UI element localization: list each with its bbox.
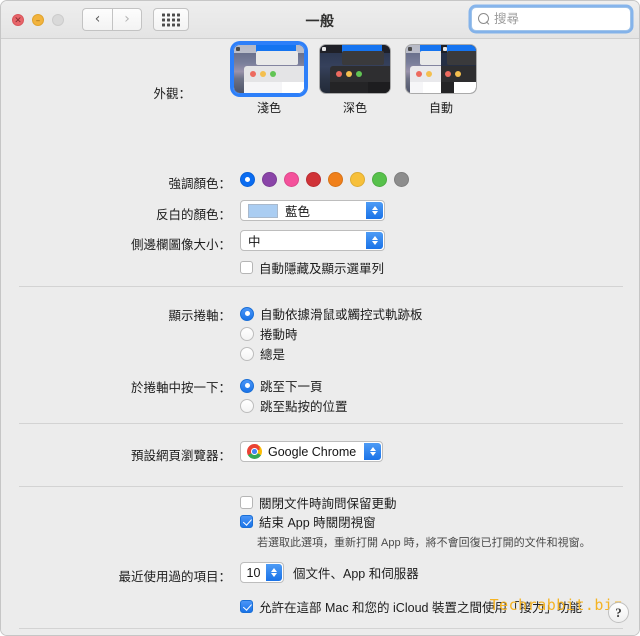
chevron-updown-icon: [364, 443, 382, 460]
sidebar-icon-size-popup[interactable]: 中: [240, 230, 385, 251]
accent-color-swatches[interactable]: [240, 171, 416, 189]
click-scrollbar-next-page-label: 跳至下一頁: [260, 380, 323, 394]
highlight-color-swatch: [248, 203, 278, 218]
scrollbar-auto-label: 自動依據滑鼠或觸控式軌跡板: [260, 308, 423, 322]
chevron-updown-icon: [366, 202, 383, 219]
click-scrollbar-option-next-page[interactable]: 跳至下一頁: [240, 376, 323, 395]
help-button[interactable]: ?: [608, 602, 629, 623]
scrollbar-always-radio[interactable]: [240, 346, 254, 361]
section-divider: [19, 486, 623, 487]
watermark-text: Techrabbit.biz: [489, 596, 623, 614]
click-scrollbar-option-jump-to-spot[interactable]: 跳至點按的位置: [240, 396, 348, 415]
autohide-menubar-row[interactable]: 自動隱藏及顯示選單列: [240, 258, 384, 277]
appearance-option-dark[interactable]: 深色: [319, 44, 391, 116]
highlight-color-popup[interactable]: 藍色: [240, 200, 385, 221]
sidebar-icon-size-value: 中: [248, 235, 261, 249]
default-browser-value: Google Chrome: [268, 444, 357, 459]
appearance-option-light[interactable]: 淺色: [233, 44, 305, 116]
ask-keep-changes-checkbox[interactable]: [240, 496, 253, 509]
scrollbar-option-always[interactable]: 總是: [240, 344, 285, 363]
close-windows-on-quit-label: 結束 App 時關閉視窗: [259, 516, 376, 530]
recent-items-value: 10: [246, 565, 261, 580]
handoff-checkbox[interactable]: [240, 600, 253, 613]
appearance-thumbnail-auto[interactable]: [405, 44, 477, 94]
appearance-label: 外觀：: [153, 87, 191, 101]
accent-color-label: 強調顏色：: [168, 177, 231, 191]
sidebar-icon-size-label: 側邊欄圖像大小：: [130, 238, 231, 252]
click-scrollbar-jump-label: 跳至點按的位置: [260, 400, 348, 414]
chevron-updown-icon: [366, 232, 383, 249]
accent-color-red[interactable]: [306, 172, 321, 188]
appearance-label-light: 淺色: [256, 101, 281, 115]
click-scrollbar-next-page-radio[interactable]: [240, 378, 254, 393]
accent-color-gray[interactable]: [394, 172, 409, 188]
appearance-label-auto: 自動: [428, 101, 453, 115]
close-windows-on-quit-checkbox[interactable]: [240, 515, 253, 528]
scrollbar-when-scrolling-label: 捲動時: [260, 328, 298, 342]
window-titlebar: ✕ – ‹ › 一般: [1, 1, 639, 39]
scrollbar-option-when-scrolling[interactable]: 捲動時: [240, 324, 298, 343]
scrollbar-auto-radio[interactable]: [240, 306, 254, 321]
click-scrollbar-jump-radio[interactable]: [240, 398, 254, 413]
highlight-color-value: 藍色: [285, 205, 311, 219]
system-preferences-window: ✕ – ‹ › 一般 外觀：: [0, 0, 640, 636]
appearance-thumbnail-dark[interactable]: [319, 44, 391, 94]
section-divider: [19, 286, 623, 287]
accent-color-purple[interactable]: [262, 172, 277, 188]
close-windows-on-quit-row[interactable]: 結束 App 時關閉視窗: [240, 512, 376, 531]
accent-color-green[interactable]: [372, 172, 387, 188]
appearance-thumbnail-light[interactable]: [233, 44, 305, 94]
click-scrollbar-label: 於捲軸中按一下：: [130, 381, 231, 395]
accent-color-pink[interactable]: [284, 172, 299, 188]
ask-keep-changes-row[interactable]: 關閉文件時詢問保留更動: [240, 493, 397, 512]
accent-color-orange[interactable]: [328, 172, 343, 188]
default-browser-label: 預設網頁瀏覽器：: [130, 449, 231, 463]
autohide-menubar-label: 自動隱藏及顯示選單列: [259, 262, 385, 276]
autohide-menubar-checkbox[interactable]: [240, 261, 253, 274]
ask-keep-changes-label: 關閉文件時詢問保留更動: [259, 497, 397, 511]
scrollbar-option-auto[interactable]: 自動依據滑鼠或觸控式軌跡板: [240, 304, 423, 323]
default-browser-popup[interactable]: Google Chrome: [240, 441, 384, 462]
appearance-label-dark: 深色: [342, 101, 367, 115]
appearance-option-auto[interactable]: 自動: [405, 44, 477, 116]
chrome-icon: [247, 444, 262, 459]
section-divider: [19, 423, 623, 424]
recent-items-label: 最近使用過的項目：: [118, 570, 231, 584]
accent-color-yellow[interactable]: [350, 172, 365, 188]
preferences-content: 外觀： 淺色 深色 自動 強調顏色： 反白的顏色： 藍色 側邊欄圖像大小： 中 …: [1, 39, 639, 635]
recent-items-stepper[interactable]: 10: [240, 562, 284, 583]
search-icon: [478, 13, 489, 24]
chevron-updown-icon: [266, 564, 282, 581]
scrollbar-always-label: 總是: [260, 348, 286, 362]
show-scrollbars-label: 顯示捲軸：: [168, 309, 231, 323]
scrollbar-when-scrolling-radio[interactable]: [240, 326, 254, 341]
accent-color-blue[interactable]: [240, 172, 255, 188]
highlight-color-label: 反白的顏色：: [155, 208, 231, 222]
search-field[interactable]: [471, 7, 631, 31]
search-input[interactable]: [492, 11, 626, 27]
close-windows-hint: 若選取此選項，重新打開 App 時，將不會回復已打開的文件和視窗。: [257, 537, 591, 549]
section-divider: [19, 628, 623, 629]
recent-items-suffix: 個文件、App 和伺服器: [293, 567, 419, 581]
